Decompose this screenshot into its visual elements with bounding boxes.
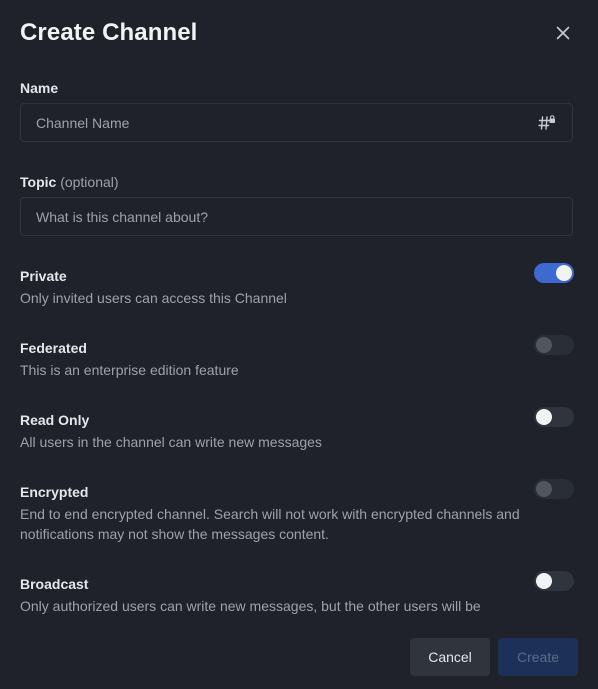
read-only-title: Read Only <box>20 412 90 428</box>
federated-title: Federated <box>20 340 87 356</box>
hash-lock-icon <box>538 115 555 130</box>
read-only-toggle[interactable] <box>534 407 574 427</box>
encrypted-title: Encrypted <box>20 484 89 500</box>
toggle-knob <box>536 337 552 353</box>
modal-title: Create Channel <box>20 19 198 46</box>
topic-label-text: Topic <box>20 174 57 190</box>
topic-input-box <box>20 197 573 236</box>
broadcast-title: Broadcast <box>20 576 89 592</box>
encrypted-toggle[interactable] <box>534 479 574 499</box>
private-title: Private <box>20 268 67 284</box>
topic-label: Topic (optional) <box>20 174 119 190</box>
topic-optional-hint: (optional) <box>60 174 119 190</box>
toggle-knob <box>556 265 572 281</box>
toggle-knob <box>536 573 552 589</box>
federated-toggle[interactable] <box>534 335 574 355</box>
close-button[interactable] <box>552 22 574 44</box>
name-label: Name <box>20 80 59 96</box>
channel-name-input[interactable] <box>21 104 572 141</box>
toggle-knob <box>536 481 552 497</box>
private-description: Only invited users can access this Chann… <box>20 290 287 306</box>
create-button[interactable]: Create <box>498 638 578 676</box>
toggle-knob <box>536 409 552 425</box>
private-toggle[interactable] <box>534 263 574 283</box>
read-only-description: All users in the channel can write new m… <box>20 434 322 450</box>
federated-description: This is an enterprise edition feature <box>20 362 239 378</box>
modal-body: Name Topic (optional) Private Only invit… <box>0 70 598 615</box>
create-channel-modal: Create Channel Name Topic (optional) Pri… <box>0 0 598 689</box>
channel-topic-input[interactable] <box>21 198 572 235</box>
cancel-button[interactable]: Cancel <box>410 638 490 676</box>
broadcast-toggle[interactable] <box>534 571 574 591</box>
close-icon <box>556 26 570 40</box>
broadcast-description: Only authorized users can write new mess… <box>20 598 481 614</box>
encrypted-description: End to end encrypted channel. Search wil… <box>20 506 520 542</box>
name-input-box <box>20 103 573 142</box>
